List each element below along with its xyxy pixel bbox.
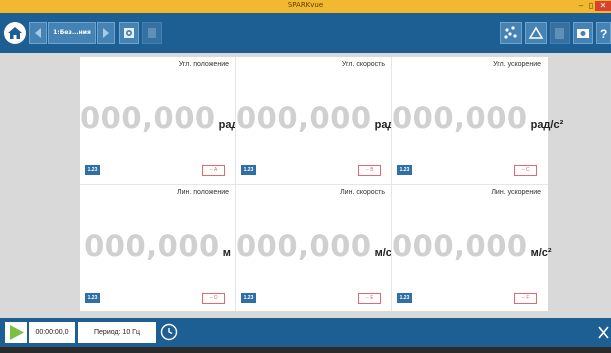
bottom-control-bar: 00:00:00,0 Период: 10 Гц: [0, 318, 611, 347]
meter-reading: 000,000 рад/с: [236, 101, 404, 135]
sensor-select-button[interactable]: -- C: [514, 165, 537, 176]
home-icon: [8, 27, 22, 39]
meter-value: 000,000: [392, 101, 528, 135]
document-icon: [555, 28, 564, 39]
os-taskbar: [0, 347, 611, 353]
svg-text:?: ?: [600, 27, 607, 41]
meter-unit: м/с: [374, 247, 392, 259]
sensor-select-button[interactable]: -- D: [202, 293, 225, 304]
number-format-button[interactable]: 1.23: [85, 293, 100, 303]
window-titlebar: SPARKvue – ▯ ✕: [0, 0, 611, 13]
next-page-button[interactable]: [97, 22, 115, 44]
page-tool-button[interactable]: [142, 22, 162, 44]
arrow-right-icon: [103, 28, 109, 38]
sensor-select-button[interactable]: -- A: [202, 165, 225, 176]
previous-page-button[interactable]: [29, 22, 47, 44]
meter-label: Угл. положение: [178, 61, 229, 68]
number-format-button[interactable]: 1.23: [85, 165, 100, 175]
tools-button[interactable]: [525, 22, 547, 44]
play-icon: [10, 325, 24, 340]
close-icon: [598, 326, 609, 339]
meter-unit: рад/с²: [530, 119, 564, 131]
number-format-button[interactable]: 1.23: [241, 165, 256, 175]
help-icon: ?: [600, 27, 607, 41]
meter-unit: м/с²: [530, 247, 552, 259]
elapsed-time: 00:00:00,0: [29, 322, 75, 343]
close-panel-button[interactable]: [596, 322, 611, 343]
page-icon: [148, 28, 156, 38]
meter-reading: 000,000 м: [80, 229, 235, 263]
meter-label: Угл. ускорение: [493, 61, 541, 68]
meter-value: 000,000: [84, 229, 220, 263]
meter-tile-angular-velocity[interactable]: Угл. скорость 000,000 рад/с 1.23 -- B: [236, 57, 404, 183]
sensor-select-button[interactable]: -- E: [358, 293, 381, 304]
snapshot-button[interactable]: [573, 22, 593, 44]
main-toolbar: 1:Без...ния ?: [0, 13, 611, 53]
help-button[interactable]: ?: [596, 22, 611, 44]
gear-icon: [124, 28, 134, 38]
meter-value: 000,000: [392, 229, 528, 263]
minimize-button[interactable]: –: [576, 1, 586, 11]
meter-label: Лин. скорость: [340, 189, 385, 196]
timing-settings-button[interactable]: [160, 323, 178, 341]
meter-reading: 000,000 м/с²: [392, 229, 552, 263]
meter-tile-linear-velocity[interactable]: Лин. скорость 000,000 м/с 1.23 -- E: [236, 185, 392, 311]
arrow-left-icon: [35, 28, 41, 38]
home-button[interactable]: [4, 22, 26, 44]
meter-tile-linear-acceleration[interactable]: Лин. ускорение 000,000 м/с² 1.23 -- F: [392, 185, 552, 311]
meter-value: 000,000: [80, 101, 216, 135]
clock-icon: [160, 323, 178, 341]
journal-button[interactable]: [550, 22, 570, 44]
scatter-icon: [504, 26, 517, 39]
sample-rate-selector[interactable]: Период: 10 Гц: [78, 322, 156, 343]
restore-button[interactable]: ▯: [587, 1, 595, 11]
window-title: SPARKvue: [287, 1, 324, 9]
meter-label: Лин. ускорение: [491, 189, 541, 196]
data-points-button[interactable]: [500, 22, 522, 44]
number-format-button[interactable]: 1.23: [397, 293, 412, 303]
page-settings-button[interactable]: [119, 22, 139, 44]
meter-unit: м: [222, 247, 231, 259]
number-format-button[interactable]: 1.23: [397, 165, 412, 175]
meter-label: Угл. скорость: [341, 61, 385, 68]
meter-tile-linear-position[interactable]: Лин. положение 000,000 м 1.23 -- D: [80, 185, 235, 311]
meter-value: 000,000: [236, 229, 372, 263]
meter-value: 000,000: [236, 101, 372, 135]
close-window-button[interactable]: ✕: [595, 1, 611, 11]
meter-reading: 000,000 рад: [80, 101, 238, 135]
number-format-button[interactable]: 1.23: [241, 293, 256, 303]
meter-tile-angular-acceleration[interactable]: Угл. ускорение 000,000 рад/с² 1.23 -- C: [392, 57, 563, 183]
page-breadcrumb[interactable]: 1:Без...ния: [48, 22, 96, 44]
camera-icon: [577, 29, 589, 38]
grid-divider: [80, 184, 548, 185]
meter-tile-angular-position[interactable]: Угл. положение 000,000 рад 1.23 -- A: [80, 57, 238, 183]
start-button[interactable]: [5, 322, 27, 343]
connect-icon: [528, 26, 544, 39]
meter-reading: 000,000 м/с: [236, 229, 392, 263]
meter-reading: 000,000 рад/с²: [392, 101, 563, 135]
meter-label: Лин. положение: [176, 189, 229, 196]
sensor-select-button[interactable]: -- B: [358, 165, 381, 176]
sensor-select-button[interactable]: -- F: [514, 293, 537, 304]
